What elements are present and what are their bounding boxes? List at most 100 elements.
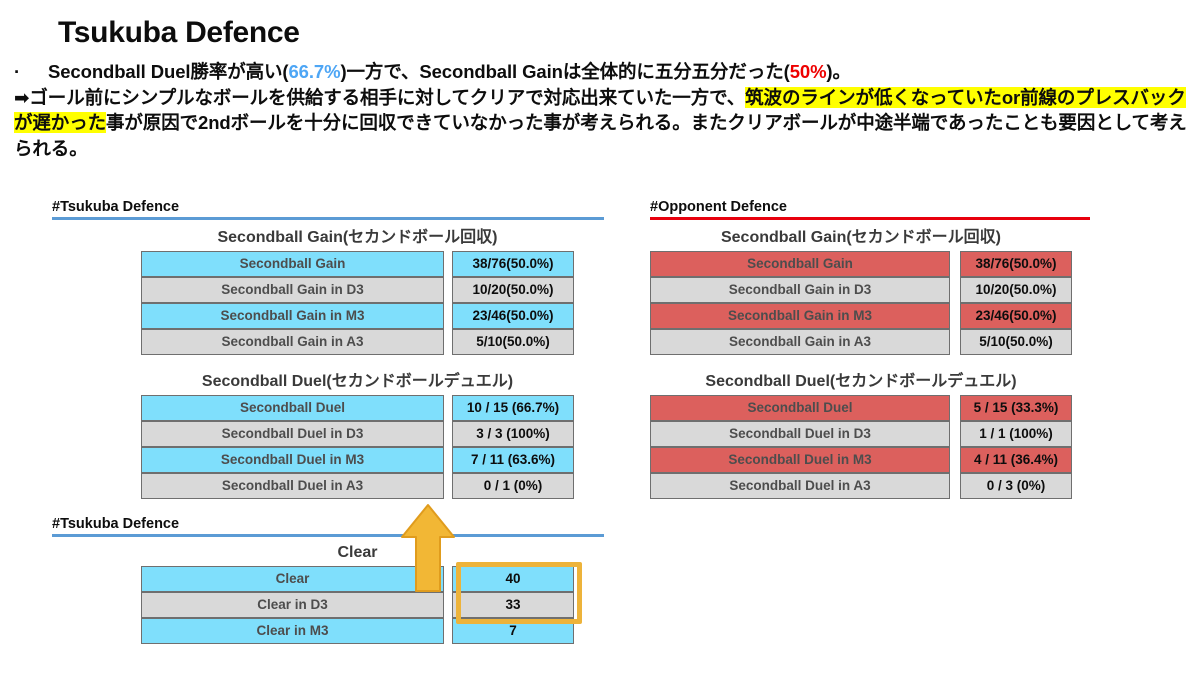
row-label: Secondball Gain in M3 bbox=[141, 303, 444, 329]
table-clear: Clear Clear 40 Clear in D3 33 Clear in M3 7 bbox=[141, 543, 574, 644]
table-row: Secondball Duel in D3 3 / 3 (100%) bbox=[141, 421, 574, 447]
table-row: Secondball Duel 10 / 15 (66.7%) bbox=[141, 395, 574, 421]
section-header-opponent: #Opponent Defence bbox=[650, 199, 1090, 220]
row-value: 10/20(50.0%) bbox=[452, 277, 574, 303]
row-label: Secondball Duel in D3 bbox=[141, 421, 444, 447]
row-label: Secondball Duel bbox=[650, 395, 950, 421]
tsukuba-gain-rows: Secondball Gain 38/76(50.0%) Secondball Ga… bbox=[141, 251, 574, 355]
row-label: Secondball Duel in A3 bbox=[650, 473, 950, 499]
body-text-block: · Secondball Duel勝率が高い(66.7%)一方で、Secondba… bbox=[14, 59, 1194, 161]
section-label-tsukuba-bottom: #Tsukuba Defence bbox=[52, 516, 180, 532]
row-gap bbox=[950, 329, 960, 355]
table-row: Secondball Duel 5 / 15 (33.3%) bbox=[650, 395, 1072, 421]
row-label: Clear bbox=[141, 566, 444, 592]
row-label: Clear in M3 bbox=[141, 618, 444, 644]
row-label: Secondball Gain bbox=[141, 251, 444, 277]
line1-mid: )一方で、Secondball Gainは全体的に五分五分だった( bbox=[340, 61, 790, 82]
tsukuba-duel-rows: Secondball Duel 10 / 15 (66.7%) Secondball… bbox=[141, 395, 574, 499]
row-gap bbox=[444, 592, 452, 618]
table-opponent-duel: Secondball Duel(セカンドボールデュエル) Secondball … bbox=[650, 372, 1072, 499]
row-gap bbox=[444, 303, 452, 329]
row-label: Secondball Duel in M3 bbox=[141, 447, 444, 473]
row-label: Secondball Gain in A3 bbox=[650, 329, 950, 355]
line2-post: 事が原因で2ndボールを十分に回収できていなかった事が考えられる。またクリアボー… bbox=[14, 112, 1187, 159]
row-value: 5 / 15 (33.3%) bbox=[960, 395, 1072, 421]
row-value: 10/20(50.0%) bbox=[960, 277, 1072, 303]
row-gap bbox=[444, 251, 452, 277]
table-row: Secondball Duel in A3 0 / 3 (0%) bbox=[650, 473, 1072, 499]
row-value: 7 / 11 (63.6%) bbox=[452, 447, 574, 473]
stat-table: Secondball Gain 38/76(50.0%) Secondball Ga… bbox=[141, 251, 574, 355]
row-label: Secondball Duel in M3 bbox=[650, 447, 950, 473]
row-value: 4 / 11 (36.4%) bbox=[960, 447, 1072, 473]
slide-canvas: Tsukuba Defence · Secondball Duel勝率が高い(66… bbox=[0, 0, 1200, 675]
row-label: Clear in D3 bbox=[141, 592, 444, 618]
row-label: Secondball Gain bbox=[650, 251, 950, 277]
row-label: Secondball Gain in A3 bbox=[141, 329, 444, 355]
row-value: 0 / 1 (0%) bbox=[452, 473, 574, 499]
table-row: Secondball Duel in D3 1 / 1 (100%) bbox=[650, 421, 1072, 447]
row-label: Secondball Duel in D3 bbox=[650, 421, 950, 447]
table-opponent-gain: Secondball Gain(セカンドボール回収) Secondball Ga… bbox=[650, 228, 1072, 355]
bullet-dot-icon: · bbox=[14, 61, 21, 82]
table-row: Secondball Gain in A3 5/10(50.0%) bbox=[141, 329, 574, 355]
section-rule-blue bbox=[52, 217, 604, 220]
row-gap bbox=[950, 473, 960, 499]
table-row: Secondball Gain in D3 10/20(50.0%) bbox=[650, 277, 1072, 303]
table-title-clear: Clear bbox=[337, 544, 378, 561]
row-gap bbox=[950, 421, 960, 447]
page-title: Tsukuba Defence bbox=[58, 16, 300, 49]
body-line-2: ➡ゴール前にシンプルなボールを供給する相手に対してクリアで対応出来ていた一方で、… bbox=[14, 85, 1194, 162]
table-title-opponent-gain: Secondball Gain(セカンドボール回収) bbox=[720, 229, 1002, 246]
row-gap bbox=[444, 447, 452, 473]
table-row: Secondball Duel in A3 0 / 1 (0%) bbox=[141, 473, 574, 499]
row-value: 5/10(50.0%) bbox=[452, 329, 574, 355]
row-gap bbox=[444, 421, 452, 447]
row-label: Secondball Duel in A3 bbox=[141, 473, 444, 499]
table-row: Clear 40 bbox=[141, 566, 574, 592]
row-label: Secondball Gain in D3 bbox=[141, 277, 444, 303]
opponent-gain-rows: Secondball Gain 38/76(50.0%) Secondball Ga… bbox=[650, 251, 1072, 355]
section-header-tsukuba-bottom: #Tsukuba Defence bbox=[52, 516, 604, 537]
section-label-tsukuba-top: #Tsukuba Defence bbox=[52, 199, 180, 215]
row-value: 1 / 1 (100%) bbox=[960, 421, 1072, 447]
table-row: Secondball Gain in M3 23/46(50.0%) bbox=[650, 303, 1072, 329]
line1-blue-value: 66.7% bbox=[288, 61, 341, 82]
table-row: Secondball Duel in M3 7 / 11 (63.6%) bbox=[141, 447, 574, 473]
stat-table: Secondball Gain 38/76(50.0%) Secondball Ga… bbox=[650, 251, 1072, 355]
row-gap bbox=[950, 251, 960, 277]
row-value: 0 / 3 (0%) bbox=[960, 473, 1072, 499]
row-value: 38/76(50.0%) bbox=[960, 251, 1072, 277]
row-gap bbox=[950, 395, 960, 421]
table-row: Secondball Gain 38/76(50.0%) bbox=[650, 251, 1072, 277]
table-title-opponent-duel: Secondball Duel(セカンドボールデュエル) bbox=[705, 373, 1017, 390]
line1-pre: Secondball Duel勝率が高い( bbox=[48, 61, 289, 82]
row-value: 7 bbox=[452, 618, 574, 644]
row-gap bbox=[444, 277, 452, 303]
row-value: 3 / 3 (100%) bbox=[452, 421, 574, 447]
row-gap bbox=[444, 395, 452, 421]
table-row: Secondball Gain 38/76(50.0%) bbox=[141, 251, 574, 277]
row-label: Secondball Gain in D3 bbox=[650, 277, 950, 303]
table-tsukuba-duel: Secondball Duel(セカンドボールデュエル) Secondball … bbox=[141, 372, 574, 499]
stat-table: Secondball Duel 10 / 15 (66.7%) Secondball… bbox=[141, 395, 574, 499]
line1-post: )。 bbox=[826, 61, 851, 82]
table-row: Clear in M3 7 bbox=[141, 618, 574, 644]
row-value: 10 / 15 (66.7%) bbox=[452, 395, 574, 421]
table-row: Secondball Gain in A3 5/10(50.0%) bbox=[650, 329, 1072, 355]
row-value: 23/46(50.0%) bbox=[960, 303, 1072, 329]
row-gap bbox=[444, 473, 452, 499]
section-label-opponent: #Opponent Defence bbox=[650, 199, 787, 215]
opponent-duel-rows: Secondball Duel 5 / 15 (33.3%) Secondball … bbox=[650, 395, 1072, 499]
section-rule-red bbox=[650, 217, 1090, 220]
row-gap bbox=[950, 447, 960, 473]
table-title-tsukuba-duel: Secondball Duel(セカンドボールデュエル) bbox=[201, 373, 514, 390]
row-gap bbox=[950, 303, 960, 329]
line2-pre: ➡ゴール前にシンプルなボールを供給する相手に対してクリアで対応出来ていた一方で、 bbox=[14, 86, 746, 108]
row-value: 38/76(50.0%) bbox=[452, 251, 574, 277]
row-value: 33 bbox=[452, 592, 574, 618]
clear-rows: Clear 40 Clear in D3 33 Clear in M3 7 bbox=[141, 566, 574, 644]
line1-red-value: 50% bbox=[789, 61, 827, 82]
row-gap bbox=[950, 277, 960, 303]
row-value: 23/46(50.0%) bbox=[452, 303, 574, 329]
